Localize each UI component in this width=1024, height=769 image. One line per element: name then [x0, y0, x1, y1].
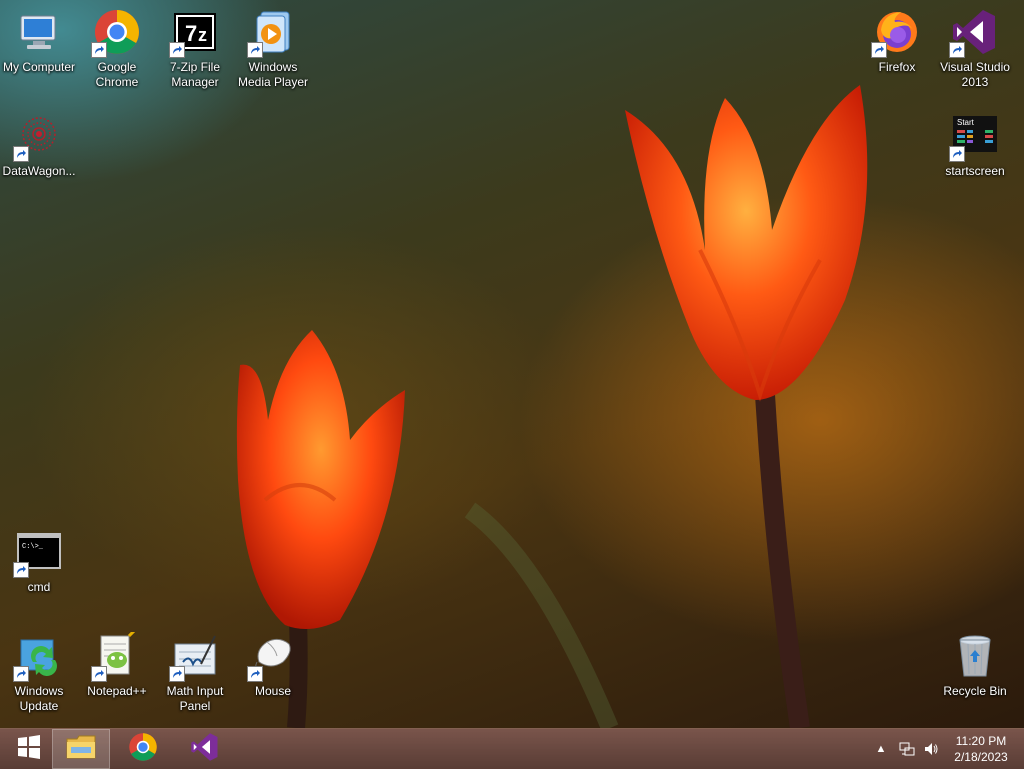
taskbar: ▲ 11:20 PM 2/18/2023 — [0, 728, 1024, 769]
shortcut-arrow-icon — [169, 666, 185, 682]
taskbar-chrome[interactable] — [114, 729, 172, 769]
mouse-icon — [247, 632, 297, 682]
desktop-icon-label: Notepad++ — [87, 684, 147, 698]
desktop-icon-label: startscreen — [945, 164, 1005, 178]
desktop-icon-label: Google Chrome — [95, 60, 139, 89]
math-input-icon — [169, 632, 219, 682]
visual-studio-icon — [190, 732, 220, 767]
folder-icon — [65, 733, 97, 766]
desktop-icon-label: 7-Zip File Manager — [169, 60, 220, 89]
network-icon[interactable] — [898, 740, 916, 758]
datawagon-icon — [13, 112, 63, 162]
taskbar-file-explorer[interactable] — [52, 729, 110, 769]
windows-update-icon — [13, 632, 63, 682]
shortcut-arrow-icon — [871, 42, 887, 58]
taskbar-visual-studio[interactable] — [176, 729, 234, 769]
shortcut-arrow-icon — [13, 146, 29, 162]
chrome-icon — [128, 732, 158, 767]
windows-logo-icon — [16, 734, 42, 765]
notepadpp-icon — [91, 632, 141, 682]
shortcut-arrow-icon — [169, 42, 185, 58]
svg-text:z: z — [198, 25, 207, 45]
desktop-icon-firefox[interactable]: Firefox — [858, 8, 936, 75]
desktop-icon-label: cmd — [27, 580, 51, 594]
clock[interactable]: 11:20 PM 2/18/2023 — [946, 733, 1016, 765]
media-player-icon — [247, 8, 297, 58]
desktop-icon-windows-media-player[interactable]: Windows Media Player — [234, 8, 312, 90]
desktop-icon-cmd[interactable]: C:\>_ cmd — [0, 528, 78, 595]
desktop-icon-label: Math Input Panel — [166, 684, 224, 713]
desktop-icon-recycle-bin[interactable]: Recycle Bin — [936, 632, 1014, 699]
shortcut-arrow-icon — [949, 42, 965, 58]
svg-text:C:\>_: C:\>_ — [22, 543, 44, 551]
desktop-icon-label: DataWagon... — [2, 164, 76, 178]
desktop-icon-my-computer[interactable]: My Computer — [0, 8, 78, 75]
shortcut-arrow-icon — [91, 666, 107, 682]
firefox-icon — [871, 8, 921, 58]
desktop[interactable]: My Computer Google Chrome 7z 7-Zip File Ma… — [0, 0, 1024, 728]
shortcut-arrow-icon — [13, 562, 29, 578]
desktop-icon-startscreen[interactable]: Start startscreen — [936, 112, 1014, 179]
computer-icon — [15, 8, 63, 56]
desktop-icon-label: Firefox — [878, 60, 916, 74]
desktop-icon-label: Visual Studio 2013 — [940, 60, 1010, 89]
start-button[interactable] — [0, 729, 58, 769]
system-tray: ▲ — [872, 729, 940, 769]
svg-text:7: 7 — [185, 21, 197, 46]
recycle-bin-icon — [951, 632, 999, 680]
show-hidden-icons-button[interactable]: ▲ — [872, 740, 890, 758]
desktop-icon-datawagon[interactable]: DataWagon... — [0, 112, 78, 179]
desktop-icon-google-chrome[interactable]: Google Chrome — [78, 8, 156, 90]
desktop-icon-visual-studio[interactable]: Visual Studio 2013 — [936, 8, 1014, 90]
desktop-icon-mouse[interactable]: Mouse — [234, 632, 312, 699]
desktop-icon-label: Windows Media Player — [237, 60, 309, 89]
desktop-icon-label: My Computer — [2, 60, 76, 74]
shortcut-arrow-icon — [247, 666, 263, 682]
7zip-icon: 7z — [169, 8, 219, 58]
shortcut-arrow-icon — [949, 146, 965, 162]
shortcut-arrow-icon — [91, 42, 107, 58]
desktop-icon-notepadpp[interactable]: Notepad++ — [78, 632, 156, 699]
startscreen-icon: Start — [949, 112, 999, 162]
visual-studio-icon — [949, 8, 999, 58]
chrome-icon — [91, 8, 141, 58]
shortcut-arrow-icon — [13, 666, 29, 682]
clock-date: 2/18/2023 — [954, 750, 1008, 764]
desktop-icon-label: Recycle Bin — [943, 684, 1007, 698]
desktop-icon-windows-update[interactable]: Windows Update — [0, 632, 78, 714]
startscreen-thumb-text: Start — [957, 118, 975, 127]
desktop-icon-label: Mouse — [254, 684, 292, 698]
clock-time: 11:20 PM — [955, 734, 1007, 748]
cmd-icon: C:\>_ — [13, 528, 63, 578]
wallpaper — [236, 85, 868, 728]
shortcut-arrow-icon — [247, 42, 263, 58]
speaker-icon[interactable] — [922, 740, 940, 758]
desktop-icon-7zip[interactable]: 7z 7-Zip File Manager — [156, 8, 234, 90]
desktop-icon-math-input-panel[interactable]: Math Input Panel — [156, 632, 234, 714]
desktop-icon-label: Windows Update — [14, 684, 64, 713]
